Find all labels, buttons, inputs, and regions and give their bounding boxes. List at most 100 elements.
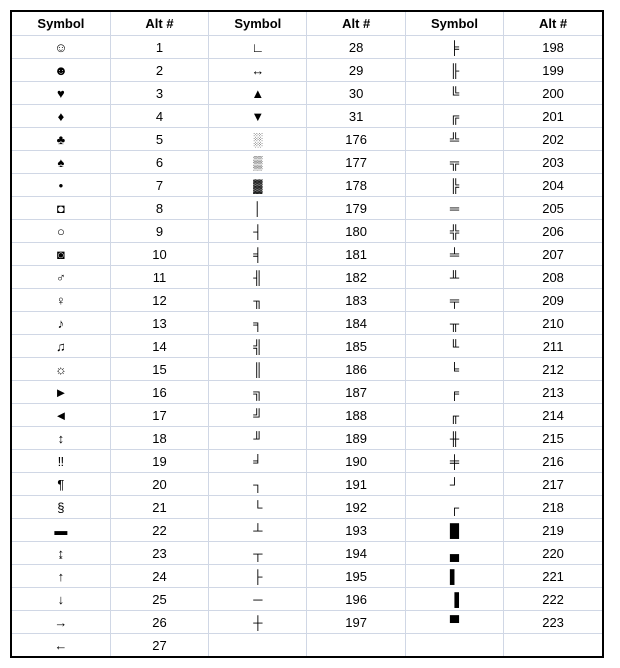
symbol-cell: ╦ xyxy=(405,151,503,174)
symbol-cell: ▓ xyxy=(209,174,307,197)
table-row: ♦4▼31╔201 xyxy=(12,105,602,128)
symbol-cell: ╚ xyxy=(405,82,503,105)
table-row: ♂11╢182╨208 xyxy=(12,266,602,289)
table-row: ←27 xyxy=(12,634,602,657)
alt-cell: 217 xyxy=(504,473,602,496)
alt-cell: 1 xyxy=(110,36,208,59)
symbol-cell: ◙ xyxy=(12,243,110,266)
alt-cell: 216 xyxy=(504,450,602,473)
alt-cell: 5 xyxy=(110,128,208,151)
alt-cell: 4 xyxy=(110,105,208,128)
alt-cell: 15 xyxy=(110,358,208,381)
alt-cell: 189 xyxy=(307,427,405,450)
alt-cell: 178 xyxy=(307,174,405,197)
alt-cell: 208 xyxy=(504,266,602,289)
alt-cell: 176 xyxy=(307,128,405,151)
table-row: ♥3▲30╚200 xyxy=(12,82,602,105)
col-header-alt-2: Alt # xyxy=(307,12,405,36)
alt-cell: 207 xyxy=(504,243,602,266)
alt-code-table: Symbol Alt # Symbol Alt # Symbol Alt # ☺… xyxy=(12,12,602,656)
symbol-cell: ┐ xyxy=(209,473,307,496)
alt-cell: 191 xyxy=(307,473,405,496)
symbol-cell: ♥ xyxy=(12,82,110,105)
symbol-cell: ← xyxy=(12,634,110,657)
alt-cell: 31 xyxy=(307,105,405,128)
alt-cell: 214 xyxy=(504,404,602,427)
symbol-cell: ◄ xyxy=(12,404,110,427)
alt-cell: 23 xyxy=(110,542,208,565)
table-row: ♫14╣185╙211 xyxy=(12,335,602,358)
table-row: §21└192┌218 xyxy=(12,496,602,519)
col-header-symbol-3: Symbol xyxy=(405,12,503,36)
symbol-cell: ╨ xyxy=(405,266,503,289)
symbol-cell: ╩ xyxy=(405,128,503,151)
symbol-cell: ► xyxy=(12,381,110,404)
symbol-cell: ▒ xyxy=(209,151,307,174)
symbol-cell: ╔ xyxy=(405,105,503,128)
alt-cell: 186 xyxy=(307,358,405,381)
symbol-cell: ╫ xyxy=(405,427,503,450)
alt-cell: 187 xyxy=(307,381,405,404)
symbol-cell: ♪ xyxy=(12,312,110,335)
table-row: ‼19╛190╪216 xyxy=(12,450,602,473)
symbol-cell: ▐ xyxy=(405,588,503,611)
symbol-cell: ╒ xyxy=(405,381,503,404)
alt-cell: 197 xyxy=(307,611,405,634)
alt-cell: 29 xyxy=(307,59,405,82)
symbol-cell: ╧ xyxy=(405,243,503,266)
symbol-cell: § xyxy=(12,496,110,519)
symbol-cell: ♂ xyxy=(12,266,110,289)
alt-cell: 18 xyxy=(110,427,208,450)
alt-cell: 180 xyxy=(307,220,405,243)
symbol-cell: ♠ xyxy=(12,151,110,174)
symbol-cell: ♦ xyxy=(12,105,110,128)
alt-cell: 223 xyxy=(504,611,602,634)
symbol-cell: ╪ xyxy=(405,450,503,473)
alt-code-table-container: Symbol Alt # Symbol Alt # Symbol Alt # ☺… xyxy=(10,10,604,658)
alt-cell: 8 xyxy=(110,197,208,220)
symbol-cell: └ xyxy=(209,496,307,519)
symbol-cell: ‼ xyxy=(12,450,110,473)
alt-cell: 212 xyxy=(504,358,602,381)
symbol-cell: ┼ xyxy=(209,611,307,634)
alt-cell: 221 xyxy=(504,565,602,588)
table-row: ◄17╝188╓214 xyxy=(12,404,602,427)
alt-cell: 21 xyxy=(110,496,208,519)
symbol-cell: ╟ xyxy=(405,59,503,82)
symbol-cell: ▼ xyxy=(209,105,307,128)
symbol-cell: ¶ xyxy=(12,473,110,496)
symbol-cell: ║ xyxy=(209,358,307,381)
alt-cell: 10 xyxy=(110,243,208,266)
alt-cell: 218 xyxy=(504,496,602,519)
alt-cell: 188 xyxy=(307,404,405,427)
symbol-cell: ♀ xyxy=(12,289,110,312)
alt-cell: 183 xyxy=(307,289,405,312)
col-header-symbol-1: Symbol xyxy=(12,12,110,36)
alt-cell: 181 xyxy=(307,243,405,266)
symbol-cell: ↕ xyxy=(12,427,110,450)
alt-cell: 199 xyxy=(504,59,602,82)
table-body: ☺1∟28╞198☻2↔29╟199♥3▲30╚200♦4▼31╔201♣5░1… xyxy=(12,36,602,657)
alt-cell: 219 xyxy=(504,519,602,542)
table-row: →26┼197▀223 xyxy=(12,611,602,634)
table-row: ☻2↔29╟199 xyxy=(12,59,602,82)
symbol-cell: ▄ xyxy=(405,542,503,565)
alt-cell xyxy=(504,634,602,657)
alt-cell: 12 xyxy=(110,289,208,312)
col-header-alt-1: Alt # xyxy=(110,12,208,36)
header-row: Symbol Alt # Symbol Alt # Symbol Alt # xyxy=(12,12,602,36)
alt-cell: 205 xyxy=(504,197,602,220)
table-row: ↕18╜189╫215 xyxy=(12,427,602,450)
alt-cell xyxy=(307,634,405,657)
alt-cell: 16 xyxy=(110,381,208,404)
symbol-cell: ☻ xyxy=(12,59,110,82)
symbol-cell: │ xyxy=(209,197,307,220)
alt-cell: 196 xyxy=(307,588,405,611)
symbol-cell: ╖ xyxy=(209,289,307,312)
table-row: ▬22┴193█219 xyxy=(12,519,602,542)
symbol-cell: ╥ xyxy=(405,312,503,335)
alt-cell: 20 xyxy=(110,473,208,496)
alt-cell: 182 xyxy=(307,266,405,289)
alt-cell: 220 xyxy=(504,542,602,565)
alt-cell: 24 xyxy=(110,565,208,588)
